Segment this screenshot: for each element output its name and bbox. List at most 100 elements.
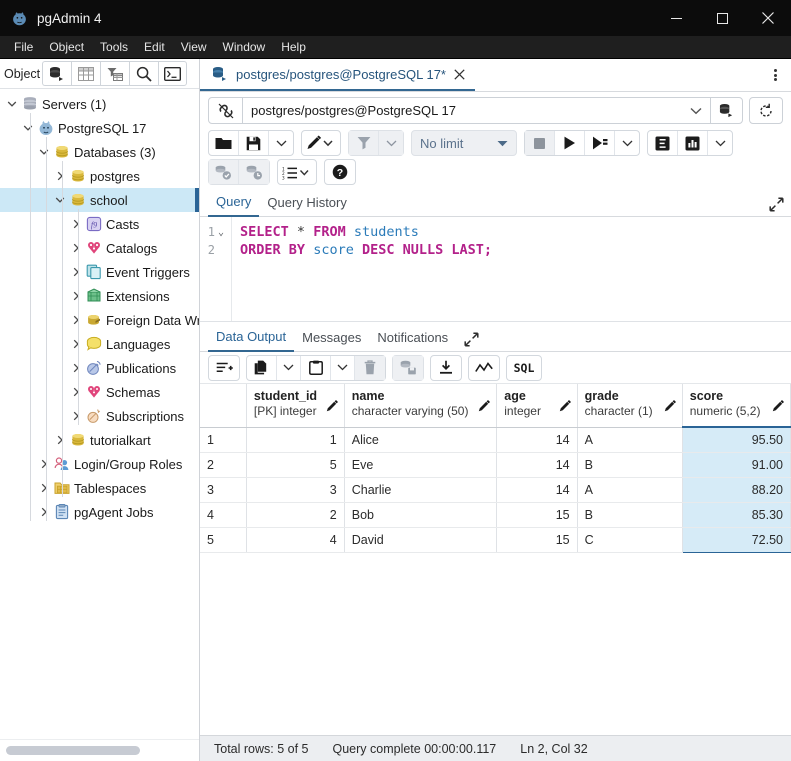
- tab-messages[interactable]: Messages: [294, 330, 369, 351]
- chevron-right-icon[interactable]: [68, 240, 84, 256]
- chevron-right-icon[interactable]: [68, 216, 84, 232]
- pencil-icon[interactable]: [664, 399, 677, 412]
- results-grid[interactable]: student_id [PK] integer name character vary…: [200, 384, 791, 735]
- sql-editor[interactable]: 1 ⌄ 2 SELECT * FROM students ORDER BY score…: [200, 217, 791, 322]
- column-header-score[interactable]: score numeric (5,2): [682, 384, 791, 428]
- save-data-changes-button[interactable]: [393, 355, 423, 380]
- copy-dropdown[interactable]: [277, 355, 301, 380]
- table-row[interactable]: 3 3 Charlie 14 A 88.20: [200, 477, 791, 503]
- execute-dropdown[interactable]: [615, 131, 639, 155]
- stop-button[interactable]: [525, 131, 555, 155]
- cell-name[interactable]: Charlie: [344, 477, 498, 503]
- filter-dropdown[interactable]: [379, 131, 403, 155]
- chevron-right-icon[interactable]: [68, 264, 84, 280]
- execute-script-button[interactable]: [585, 131, 615, 155]
- table-row[interactable]: 2 5 Eve 14 B 91.00: [200, 452, 791, 478]
- add-row-button[interactable]: [209, 356, 239, 380]
- paste-button[interactable]: [301, 355, 331, 380]
- help-button[interactable]: ?: [325, 160, 355, 184]
- filter-table-icon[interactable]: [100, 61, 130, 86]
- chevron-right-icon[interactable]: [36, 480, 52, 496]
- menu-item-help[interactable]: Help: [273, 37, 314, 57]
- copy-button[interactable]: [247, 355, 277, 380]
- menu-item-object[interactable]: Object: [41, 37, 92, 57]
- manage-connections-icon[interactable]: [710, 98, 742, 123]
- expand-icon[interactable]: [761, 197, 791, 216]
- pencil-icon[interactable]: [326, 399, 339, 412]
- chevron-right-icon[interactable]: [68, 336, 84, 352]
- chevron-down-icon[interactable]: ⌄: [218, 227, 228, 238]
- commit-button[interactable]: [209, 160, 239, 184]
- cell-score[interactable]: 95.50: [681, 426, 791, 453]
- scrollbar-thumb[interactable]: [6, 746, 140, 755]
- cell-age[interactable]: 14: [496, 477, 578, 503]
- column-header-age[interactable]: age integer: [496, 384, 578, 428]
- chevron-right-icon[interactable]: [68, 288, 84, 304]
- cell-grade[interactable]: B: [577, 502, 683, 528]
- cell-student_id[interactable]: 1: [246, 427, 345, 453]
- chevron-right-icon[interactable]: [68, 384, 84, 400]
- cell-age[interactable]: 14: [496, 452, 578, 478]
- sql-code[interactable]: SELECT * FROM students ORDER BY score DES…: [232, 217, 791, 321]
- cell-student_id[interactable]: 2: [246, 502, 345, 528]
- pencil-icon[interactable]: [772, 399, 785, 412]
- cell-age[interactable]: 15: [496, 502, 578, 528]
- execute-button[interactable]: [555, 131, 585, 155]
- pencil-icon[interactable]: [559, 399, 572, 412]
- table-row[interactable]: 4 2 Bob 15 B 85.30: [200, 502, 791, 528]
- close-button[interactable]: [745, 0, 791, 36]
- chevron-right-icon[interactable]: [68, 360, 84, 376]
- chevron-right-icon[interactable]: [52, 432, 68, 448]
- chevron-right-icon[interactable]: [52, 168, 68, 184]
- macros-button[interactable]: 1 2 3: [278, 160, 316, 184]
- maximize-button[interactable]: [699, 0, 745, 36]
- tab-query-history[interactable]: Query History: [259, 195, 354, 216]
- query-sql-button[interactable]: SQL: [507, 356, 541, 380]
- cell-name[interactable]: Alice: [344, 427, 498, 453]
- explain-button[interactable]: [648, 131, 678, 155]
- chevron-right-icon[interactable]: [68, 312, 84, 328]
- cell-score[interactable]: 72.50: [681, 527, 791, 553]
- cell-grade[interactable]: B: [577, 452, 683, 478]
- save-file-dropdown[interactable]: [269, 131, 293, 155]
- search-icon[interactable]: [129, 61, 159, 86]
- explain-dropdown[interactable]: [708, 131, 732, 155]
- object-tree[interactable]: Servers (1) PostgreSQL 17 Databases (3) pos…: [0, 89, 199, 739]
- delete-row-button[interactable]: [355, 355, 385, 380]
- cell-age[interactable]: 14: [496, 427, 578, 453]
- reset-icon[interactable]: [749, 97, 783, 124]
- chevron-down-icon[interactable]: [36, 144, 52, 160]
- menu-item-tools[interactable]: Tools: [92, 37, 136, 57]
- menu-item-view[interactable]: View: [173, 37, 215, 57]
- cell-name[interactable]: Bob: [344, 502, 498, 528]
- paste-dropdown[interactable]: [331, 355, 355, 380]
- expand-icon[interactable]: [456, 332, 486, 351]
- cell-name[interactable]: David: [344, 527, 498, 553]
- tab-data-output[interactable]: Data Output: [208, 329, 295, 352]
- tab-query-tool[interactable]: postgres/postgres@PostgreSQL 17*: [200, 59, 475, 91]
- table-row[interactable]: 5 4 David 15 C 72.50: [200, 527, 791, 553]
- filter-button[interactable]: [349, 131, 379, 155]
- chevron-down-icon[interactable]: [4, 96, 20, 112]
- more-options-icon[interactable]: [759, 59, 791, 91]
- column-header-grade[interactable]: grade character (1): [577, 384, 683, 428]
- connection-select[interactable]: postgres/postgres@PostgreSQL 17: [208, 97, 743, 124]
- chevron-right-icon[interactable]: [36, 504, 52, 520]
- rollback-button[interactable]: [239, 160, 269, 184]
- close-icon[interactable]: [454, 68, 465, 80]
- pencil-icon[interactable]: [478, 399, 491, 412]
- cell-score[interactable]: 85.30: [681, 502, 791, 528]
- cell-name[interactable]: Eve: [344, 452, 498, 478]
- cell-student_id[interactable]: 5: [246, 452, 345, 478]
- column-header-name[interactable]: name character varying (50): [344, 384, 498, 428]
- explain-analyze-button[interactable]: [678, 131, 708, 155]
- cell-score[interactable]: 88.20: [681, 477, 791, 503]
- cell-grade[interactable]: A: [577, 477, 683, 503]
- table-row[interactable]: 1 1 Alice 14 A 95.50: [200, 426, 791, 453]
- minimize-button[interactable]: [653, 0, 699, 36]
- table-icon[interactable]: [71, 61, 101, 86]
- cell-grade[interactable]: A: [577, 427, 683, 453]
- cell-student_id[interactable]: 3: [246, 477, 345, 503]
- cell-grade[interactable]: C: [577, 527, 683, 553]
- cell-score[interactable]: 91.00: [681, 452, 791, 478]
